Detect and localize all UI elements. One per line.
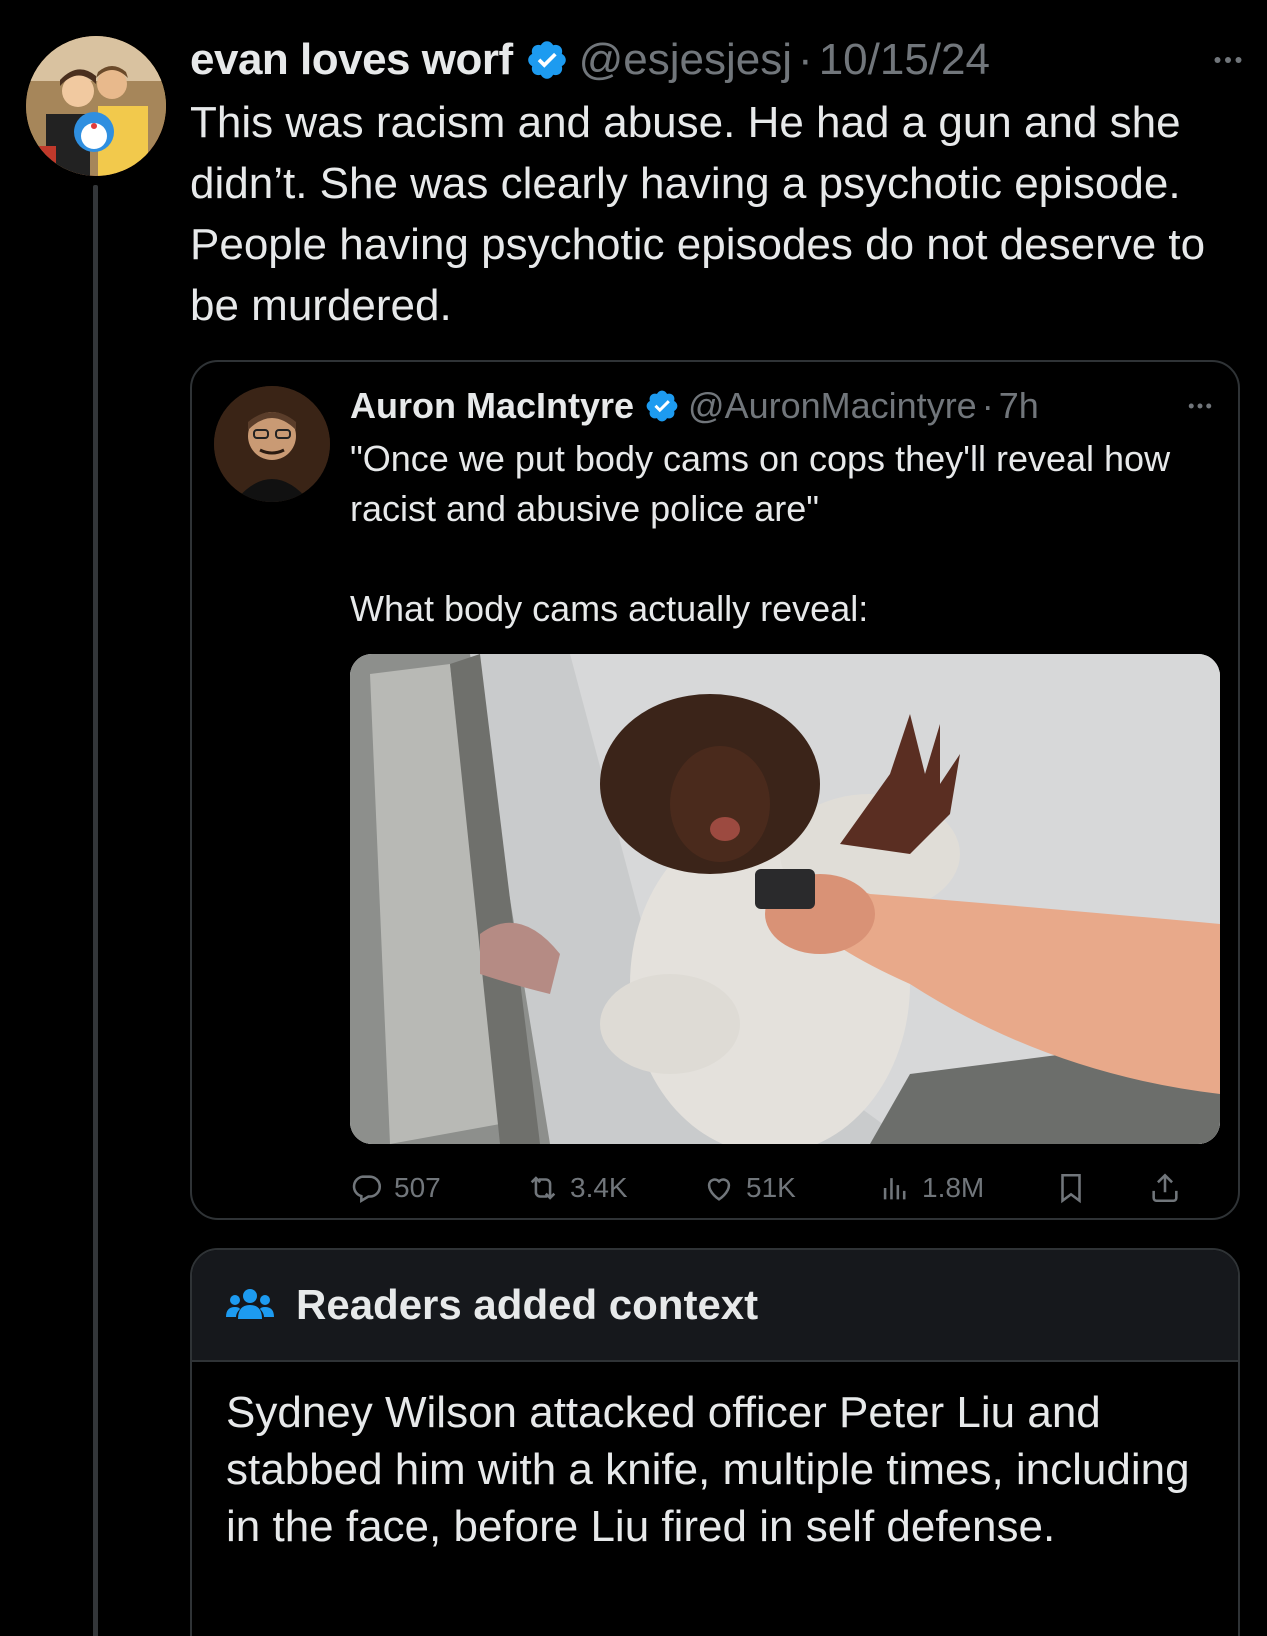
tweet-body: This was racism and abuse. He had a gun … xyxy=(190,98,1206,330)
quoted-tweet-body: "Once we put body cams on cops they'll r… xyxy=(350,438,1171,629)
quoted-tweet-media[interactable] xyxy=(350,654,1220,1144)
quoted-tweet-actions: 507 3.4K 51K 1.8M xyxy=(350,1168,1220,1208)
thread-connector-line xyxy=(93,185,98,1636)
community-notes-text: Sydney Wilson attacked officer Peter Liu… xyxy=(226,1388,1190,1551)
separator-dot: · xyxy=(981,385,994,426)
avatar-image xyxy=(214,386,330,502)
quoted-tweet-header: Auron MacIntyre @AuronMacintyre · 7h xyxy=(350,382,1220,430)
separator-dot: · xyxy=(798,35,813,84)
like-button[interactable]: 51K xyxy=(702,1168,796,1208)
share-icon xyxy=(1152,1173,1178,1203)
quoted-tweet-card[interactable]: Auron MacIntyre @AuronMacintyre · 7h "On… xyxy=(190,360,1240,1220)
reply-button[interactable]: 507 xyxy=(350,1168,441,1208)
bookmark-icon xyxy=(1061,1173,1081,1204)
verified-badge-icon xyxy=(644,388,680,424)
views-count: 1.8M xyxy=(922,1172,985,1203)
bookmark-button[interactable] xyxy=(1054,1168,1098,1208)
avatar-image xyxy=(26,36,166,176)
more-icon[interactable] xyxy=(1180,386,1220,426)
author-avatar[interactable] xyxy=(26,36,166,176)
repost-icon xyxy=(530,1176,556,1200)
people-icon xyxy=(226,1289,274,1319)
quoted-author-display-name[interactable]: Auron MacIntyre xyxy=(350,385,634,427)
author-display-name[interactable]: evan loves worf xyxy=(190,35,513,85)
author-handle[interactable]: @esjesjesj xyxy=(579,35,792,85)
share-button[interactable] xyxy=(1148,1168,1192,1208)
repost-count: 3.4K xyxy=(570,1172,628,1203)
views-icon xyxy=(883,1178,906,1200)
repost-button[interactable]: 3.4K xyxy=(526,1168,628,1208)
tweet-header: evan loves worf @esjesjesj · 10/15/24 xyxy=(190,30,1250,90)
bodycam-still-image xyxy=(350,654,1220,1144)
tweet-date[interactable]: 10/15/24 xyxy=(819,35,990,85)
community-notes-header: Readers added context xyxy=(192,1250,1238,1362)
more-icon[interactable] xyxy=(1206,38,1250,82)
reply-icon xyxy=(352,1175,382,1204)
quoted-tweet-time[interactable]: 7h xyxy=(999,385,1039,427)
community-notes-card: Readers added context Sydney Wilson atta… xyxy=(190,1248,1240,1636)
views-button[interactable]: 1.8M xyxy=(878,1168,984,1208)
community-notes-title: Readers added context xyxy=(296,1281,759,1328)
like-count: 51K xyxy=(746,1172,796,1203)
reply-count: 507 xyxy=(394,1172,441,1203)
quoted-author-avatar[interactable] xyxy=(214,386,330,502)
verified-badge-icon xyxy=(525,38,569,82)
quoted-author-handle[interactable]: @AuronMacintyre xyxy=(688,385,977,427)
like-icon xyxy=(707,1178,731,1201)
